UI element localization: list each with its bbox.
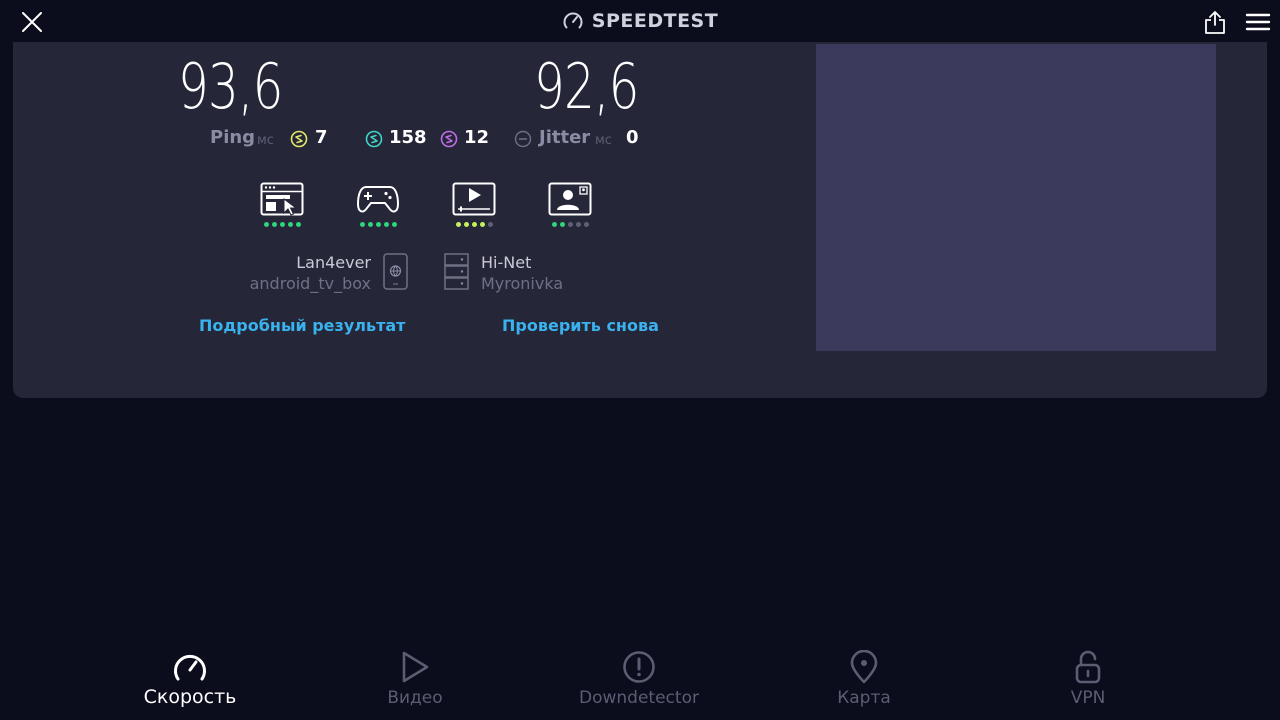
nav-downdetector-label: Downdetector — [579, 688, 699, 708]
share-button[interactable] — [1199, 6, 1231, 38]
ad-panel — [816, 44, 1216, 351]
usage-web-browsing — [259, 182, 305, 230]
play-icon — [402, 651, 429, 683]
nav-downdetector[interactable]: Downdetector — [549, 640, 729, 720]
ping-upload-value: 12 — [464, 127, 490, 148]
brand-logo: SPEEDTEST — [0, 0, 1280, 42]
unlock-icon — [1075, 650, 1101, 684]
ping-label: Ping — [210, 127, 256, 148]
top-bar: SPEEDTEST — [0, 0, 1280, 42]
detailed-result-link[interactable]: Подробный результат — [199, 316, 405, 335]
server-info: Hi-Net Myronivka — [481, 252, 563, 294]
upload-speed-value: 92,6 — [534, 50, 639, 123]
ping-unit: мс — [257, 133, 274, 148]
bottom-navigation: Скорость Видео Downdetector Карта VPN — [0, 640, 1280, 720]
ping-upload-icon — [440, 130, 458, 148]
device-name: android_tv_box — [249, 274, 371, 293]
nav-vpn[interactable]: VPN — [998, 640, 1178, 720]
ping-idle-value: 7 — [315, 127, 328, 148]
web-browsing-icon — [260, 182, 304, 216]
ping-download-value: 158 — [389, 127, 427, 148]
video-chat-icon — [548, 182, 592, 216]
video-chat-rating — [551, 222, 589, 227]
gamepad-icon — [357, 186, 399, 213]
nav-vpn-label: VPN — [1070, 688, 1106, 708]
jitter-label: Jitter — [539, 127, 591, 148]
test-again-link[interactable]: Проверить снова — [502, 316, 659, 335]
server-location: Myronivka — [481, 274, 564, 293]
nav-video[interactable]: Видео — [325, 640, 505, 720]
server-name: Hi-Net — [481, 253, 532, 272]
usage-video-chat — [547, 182, 593, 230]
jitter-value: 0 — [626, 127, 639, 148]
gaming-rating — [359, 222, 397, 227]
ping-row: Ping мс 7 158 12 Jitter мс 0 — [0, 127, 800, 151]
menu-button[interactable] — [1242, 6, 1274, 38]
nav-map[interactable]: Карта — [774, 640, 954, 720]
close-button[interactable] — [16, 6, 48, 38]
speedometer-logo-icon — [563, 12, 583, 29]
usage-video-streaming — [451, 182, 497, 230]
close-icon — [22, 12, 42, 32]
jitter-icon — [514, 130, 532, 148]
video-player-icon — [452, 182, 496, 216]
speedometer-icon — [174, 654, 206, 681]
isp-name: Lan4ever — [296, 253, 371, 272]
device-icon — [383, 253, 408, 290]
hamburger-menu-icon — [1245, 13, 1271, 31]
ping-idle-icon — [290, 130, 308, 148]
web-browsing-rating — [263, 222, 301, 227]
share-icon — [1205, 11, 1225, 34]
usage-gaming — [355, 182, 401, 230]
download-speed-value: 93,6 — [178, 50, 283, 123]
ping-download-icon — [365, 130, 383, 148]
map-pin-icon — [850, 650, 878, 684]
video-streaming-rating — [455, 222, 493, 227]
nav-speed[interactable]: Скорость — [100, 640, 280, 720]
nav-video-label: Видео — [387, 688, 443, 708]
server-icon — [444, 253, 469, 290]
alert-icon — [623, 651, 655, 683]
nav-speed-label: Скорость — [143, 686, 237, 708]
brand-title: SPEEDTEST — [591, 10, 719, 32]
provider-info: Lan4ever android_tv_box — [250, 252, 371, 294]
jitter-unit: мс — [595, 133, 612, 148]
nav-map-label: Карта — [837, 688, 891, 708]
